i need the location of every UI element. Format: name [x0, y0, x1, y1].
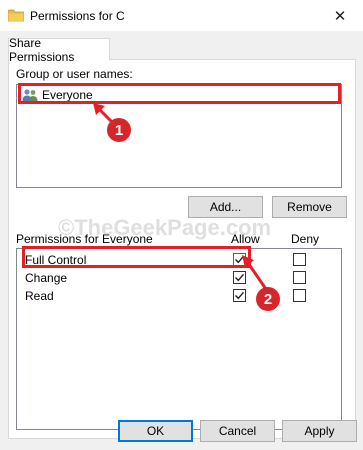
- list-item-everyone[interactable]: Everyone: [18, 86, 340, 104]
- permissions-for-label: Permissions for Everyone: [16, 232, 153, 246]
- title-bar: Permissions for C ✕: [0, 0, 363, 31]
- user-list[interactable]: Everyone: [16, 84, 342, 188]
- cancel-button[interactable]: Cancel: [200, 420, 275, 442]
- apply-button[interactable]: Apply: [282, 420, 357, 442]
- annotation-badge-1: 1: [107, 118, 131, 142]
- permission-name: Read: [25, 289, 54, 303]
- remove-button[interactable]: Remove: [272, 196, 347, 218]
- annotation-badge-2: 2: [256, 287, 280, 311]
- window-title: Permissions for C: [30, 9, 125, 23]
- folder-icon: [7, 9, 25, 22]
- tab-label: Share Permissions: [9, 35, 75, 64]
- permission-name: Full Control: [25, 253, 87, 267]
- users-group-icon: [22, 88, 38, 102]
- deny-change-checkbox[interactable]: [293, 271, 306, 284]
- add-button[interactable]: Add...: [188, 196, 263, 218]
- ok-button[interactable]: OK: [118, 420, 193, 442]
- remove-button-label: Remove: [287, 200, 332, 214]
- permissions-list: Full Control Change Read: [16, 248, 342, 430]
- share-permissions-panel: Group or user names: Everyone Add... Rem…: [8, 59, 356, 439]
- permission-name: Change: [25, 271, 68, 285]
- add-button-label: Add...: [209, 200, 242, 214]
- user-name: Everyone: [42, 88, 93, 102]
- deny-column-header: Deny: [291, 232, 320, 246]
- deny-read-checkbox[interactable]: [293, 289, 306, 302]
- deny-full-control-checkbox[interactable]: [293, 253, 306, 266]
- apply-button-label: Apply: [304, 424, 335, 438]
- group-or-user-names-label: Group or user names:: [16, 67, 133, 81]
- allow-column-header: Allow: [231, 232, 260, 246]
- tab-share-permissions[interactable]: Share Permissions: [8, 36, 110, 64]
- cancel-button-label: Cancel: [218, 424, 257, 438]
- close-icon: ✕: [333, 7, 347, 25]
- dialog-body: Share Permissions Group or user names: E…: [0, 31, 363, 450]
- close-button[interactable]: ✕: [317, 0, 363, 31]
- ok-button-label: OK: [146, 424, 165, 438]
